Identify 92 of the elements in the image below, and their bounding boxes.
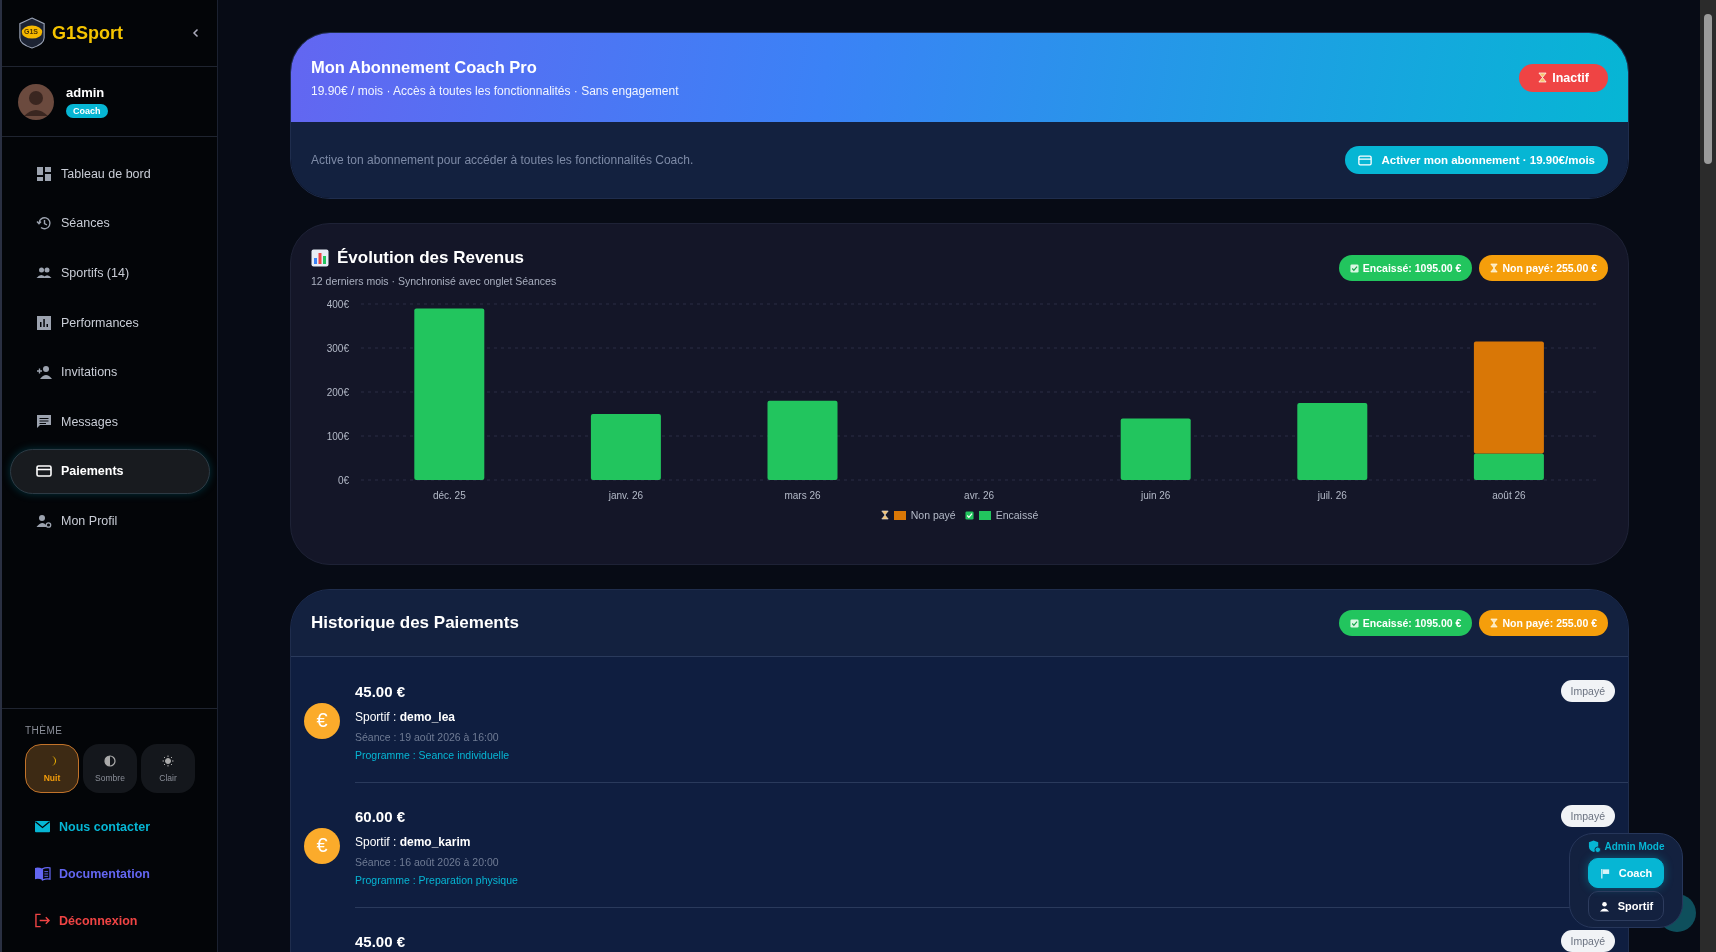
nav-item[interactable]: Sportifs (14) [10,250,210,296]
avatar [18,83,54,120]
bar [1120,418,1191,480]
hourglass-icon [1490,263,1499,273]
add-person-icon [36,364,52,381]
status-badge: Impayé [1560,680,1615,702]
total-badge: Encaissé: 1095.00 € [1338,255,1473,281]
nav-item[interactable]: Tableau de bord [10,151,210,197]
hourglass-icon [880,510,889,520]
check-icon [1349,618,1359,628]
sidebar-link[interactable]: Nous contacter [25,803,205,850]
nav-item[interactable]: Mon Profil [10,498,210,544]
program-link[interactable]: Programme : Preparation physique [355,874,518,886]
person-gear-icon [36,512,52,529]
theme-option[interactable]: Sombre [83,744,137,793]
logout-icon [34,913,51,928]
sun-icon [162,754,174,767]
people-icon [36,265,52,281]
person-icon [1598,900,1610,912]
card-subtitle: 12 derniers mois · Synchronisé avec onglet Séances [311,275,557,287]
program-link[interactable]: Programme : Seance individuelle [355,749,510,761]
status-badge: Impayé [1560,930,1615,952]
athlete-text: Sportif : demo_lea [355,710,457,724]
payment-amount: 45.00 € [355,933,407,950]
euro-icon: € [304,702,340,739]
axis-label: 0€ [337,475,349,486]
total-badge: Non payé: 255.00 € [1479,255,1608,281]
axis-label: avr. 26 [964,490,995,501]
dashboard-icon [36,165,52,182]
legend-label: Non payé [910,509,956,521]
bar [590,414,661,480]
check-icon [1349,263,1359,273]
legend-swatch [893,510,906,520]
card-title: Évolution des Revenus [337,248,525,268]
nav-item[interactable]: Performances [10,299,210,346]
axis-label: mars 26 [784,490,821,501]
history-icon [36,215,52,232]
credit-card-icon [1357,154,1372,166]
scrollbar[interactable] [1700,0,1716,952]
role-badge: Coach [66,104,108,118]
euro-icon: € [304,827,340,864]
message-icon [36,413,52,430]
athlete-text: Sportif : demo_karim [355,835,472,849]
credit-card-icon [36,463,52,480]
card-subtitle: 19.90€ / mois · Accès à toutes les fonctionnalités · Sans engagement [311,83,679,98]
sidebar-link[interactable]: Documentation [25,850,205,897]
nav-item[interactable]: Séances [10,200,210,247]
bar-chart-icon [311,249,329,267]
axis-label: juin 26 [1140,490,1171,501]
shield-logo-icon [18,17,46,49]
mode-button[interactable]: Sportif [1588,891,1664,921]
payment-amount: 45.00 € [355,683,407,700]
axis-label: déc. 25 [432,490,466,501]
status-badge: Impayé [1560,805,1615,827]
nav-item[interactable]: Paiements [10,448,210,495]
contrast-icon [104,754,116,767]
status-badge: Inactif [1519,63,1608,92]
section-title: THÈME [25,725,64,736]
bar-chart-icon [36,314,52,331]
user-name: admin [66,85,105,100]
axis-label: 300€ [326,343,349,354]
book-icon [34,866,51,881]
axis-label: 400€ [326,300,349,310]
card-title: Mon Abonnement Coach Pro [311,57,538,77]
logout-link[interactable]: Déconnexion [25,897,205,944]
panel-title: Admin Mode [1604,841,1665,852]
card-title: Historique des Paiements [311,613,519,633]
theme-option[interactable]: Nuit [25,744,79,793]
hourglass-icon [1490,618,1499,628]
axis-label: janv. 26 [608,490,644,501]
total-badge: Non payé: 255.00 € [1479,610,1608,636]
axis-label: août 26 [1492,490,1526,501]
axis-label: juil. 26 [1317,490,1347,501]
flag-icon [1599,867,1611,879]
mail-icon [34,819,51,834]
hourglass-icon [1538,72,1548,83]
total-badge: Encaissé: 1095.00 € [1338,610,1473,636]
brand-name: G1Sport [52,22,124,44]
collapse-icon[interactable] [191,28,201,38]
shield-lock-icon [1587,840,1601,853]
axis-label: 100€ [326,431,349,442]
legend-label: Encaissé [995,509,1039,521]
legend-swatch [978,510,991,520]
nav-item[interactable]: Messages [10,398,210,445]
theme-option[interactable]: Clair [141,744,195,793]
check-icon [964,510,974,520]
info-text: Active ton abonnement pour accéder à toutes les fonctionnalités Coach. [311,153,694,167]
session-date: Séance : 16 août 2026 à 20:00 [355,856,500,868]
payment-amount: 60.00 € [355,808,407,825]
nav-item[interactable]: Invitations [10,349,210,395]
session-date: Séance : 19 août 2026 à 16:00 [355,731,500,743]
axis-label: 200€ [326,387,349,398]
